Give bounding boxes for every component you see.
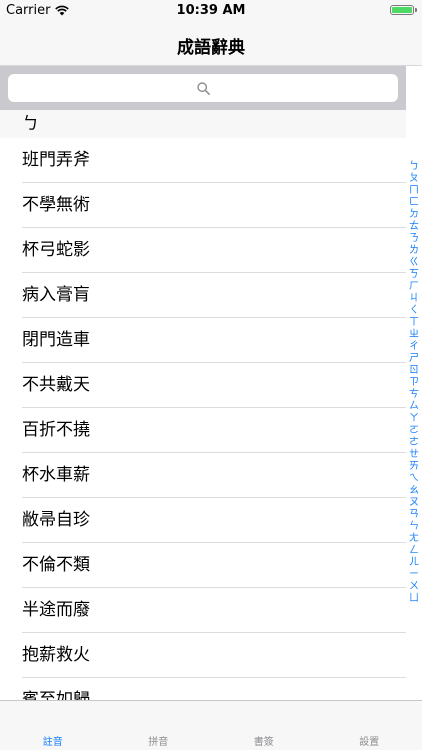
index-letter[interactable]: ㄐ <box>409 294 419 304</box>
index-letter[interactable]: ㄓ <box>409 330 419 340</box>
list-item[interactable]: 不倫不類 <box>0 543 406 588</box>
index-letter[interactable]: ㄩ <box>409 594 419 604</box>
index-letter[interactable]: ㄚ <box>409 414 419 424</box>
list-item[interactable]: 不學無術 <box>0 183 406 228</box>
index-letter[interactable]: ㄙ <box>409 402 419 412</box>
index-letter[interactable]: ㄢ <box>409 510 419 520</box>
index-letter[interactable]: ㄇ <box>409 186 419 196</box>
index-letter[interactable]: ㄜ <box>409 438 419 448</box>
list-item[interactable]: 抱薪救火 <box>0 633 406 678</box>
navigation-bar: 成語辭典 <box>0 22 422 66</box>
index-letter[interactable]: ㄣ <box>409 522 419 532</box>
tab-settings[interactable]: 設置 <box>317 701 422 750</box>
index-letter[interactable]: ㄠ <box>409 486 419 496</box>
index-letter[interactable]: ㄍ <box>409 258 419 268</box>
index-letter[interactable]: ㄖ <box>409 366 419 376</box>
index-letter[interactable]: ㄔ <box>409 342 419 352</box>
index-letter[interactable]: ㄊ <box>409 222 419 232</box>
tab-label: 書簽 <box>253 737 274 748</box>
index-letter[interactable]: ㄋ <box>409 234 419 244</box>
search-bar <box>0 66 406 110</box>
list-item[interactable]: 半途而廢 <box>0 588 406 633</box>
battery-icon <box>390 5 417 15</box>
search-input[interactable] <box>8 74 398 102</box>
index-letter[interactable]: ㄎ <box>409 270 419 280</box>
index-letter[interactable]: ㄞ <box>409 462 419 472</box>
index-letter[interactable]: ㄘ <box>409 390 419 400</box>
index-letter[interactable]: ㄨ <box>409 582 419 592</box>
list-item[interactable]: 杯弓蛇影 <box>0 228 406 273</box>
list-item[interactable]: 不共戴天 <box>0 363 406 408</box>
index-letter[interactable]: ㄉ <box>409 210 419 220</box>
tab-label: 設置 <box>359 737 380 748</box>
list-item[interactable]: 百折不撓 <box>0 408 406 453</box>
index-letter[interactable]: ㄏ <box>409 282 419 292</box>
tab-bar: 註音 拼音 書簽 設置 <box>0 700 422 750</box>
status-time: 10:39 AM <box>176 3 246 18</box>
search-icon <box>196 81 210 95</box>
index-letter[interactable]: ㄅ <box>409 162 419 172</box>
tab-pinyin[interactable]: 拼音 <box>106 701 212 750</box>
page-title: 成語辭典 <box>177 38 245 58</box>
app: Carrier 10:39 AM 成語辭典 ㄅ 班門弄斧 不學無術 杯弓蛇影 病… <box>0 0 422 750</box>
list-item[interactable]: 閉門造車 <box>0 318 406 363</box>
tab-label: 拼音 <box>148 737 169 748</box>
index-letter[interactable]: ㄕ <box>409 354 419 364</box>
index-letter[interactable]: ㄥ <box>409 546 419 556</box>
index-letter[interactable]: ㄌ <box>409 246 419 256</box>
tab-label: 註音 <box>42 737 63 748</box>
index-letter[interactable]: ㄈ <box>409 198 419 208</box>
list-item[interactable]: 班門弄斧 <box>0 138 406 183</box>
tab-zhuyin[interactable]: 註音 <box>0 701 106 750</box>
index-letter[interactable]: ㄝ <box>409 450 419 460</box>
index-letter[interactable]: ㄗ <box>409 378 419 388</box>
index-letter[interactable]: ㄆ <box>409 174 419 184</box>
section-index-bar[interactable]: ㄅ ㄆ ㄇ ㄈ ㄉ ㄊ ㄋ ㄌ ㄍ ㄎ ㄏ ㄐ ㄑ ㄒ ㄓ ㄔ ㄕ ㄖ ㄗ ㄘ … <box>406 162 422 604</box>
index-letter[interactable]: ㄦ <box>409 558 419 568</box>
list-item[interactable]: 敝帚自珍 <box>0 498 406 543</box>
index-letter[interactable]: ㄡ <box>409 498 419 508</box>
section-header: ㄅ <box>0 110 406 138</box>
index-letter[interactable]: ㄛ <box>409 426 419 436</box>
index-letter[interactable]: ㄒ <box>409 318 419 328</box>
idiom-list: 班門弄斧 不學無術 杯弓蛇影 病入膏肓 閉門造車 不共戴天 百折不撓 杯水車薪 … <box>0 138 406 700</box>
list-item[interactable]: 杯水車薪 <box>0 453 406 498</box>
index-letter[interactable]: ㄑ <box>409 306 419 316</box>
list-item[interactable]: 病入膏肓 <box>0 273 406 318</box>
list-item[interactable]: 賓至如歸 <box>0 678 406 700</box>
index-letter[interactable]: ㄧ <box>409 570 419 580</box>
status-bar: Carrier 10:39 AM <box>0 0 422 22</box>
index-letter[interactable]: ㄟ <box>409 474 419 484</box>
index-letter[interactable]: ㄤ <box>409 534 419 544</box>
tab-bookmarks[interactable]: 書簽 <box>211 701 317 750</box>
